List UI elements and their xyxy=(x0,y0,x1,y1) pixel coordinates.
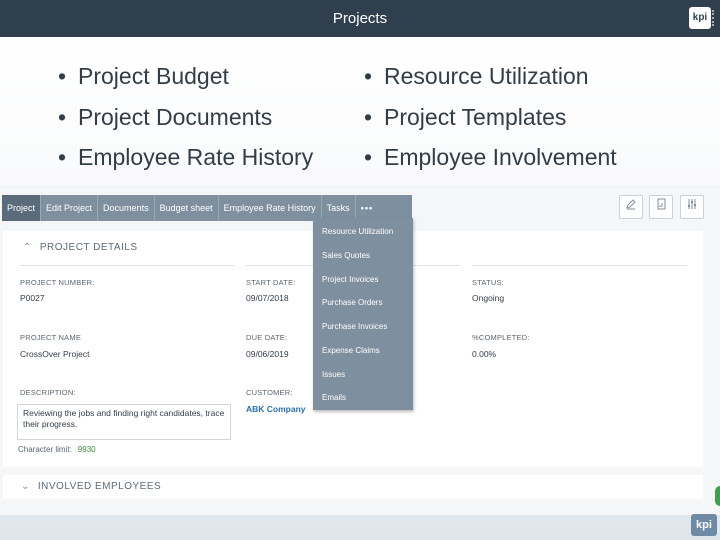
edit-icon[interactable] xyxy=(619,195,643,219)
settings-sliders-icon[interactable] xyxy=(680,195,704,219)
due-date-value: 09/06/2019 xyxy=(246,349,289,359)
chevron-up-icon: ⌃ xyxy=(23,242,32,253)
menu-item-sales-quotes[interactable]: Sales Quotes xyxy=(322,251,370,260)
bullet-item: • Resource Utilization xyxy=(364,63,589,89)
character-limit: Character limit: 9930 xyxy=(18,445,96,454)
bullet-item: • Project Budget xyxy=(58,63,229,89)
tab-budget-sheet[interactable]: Budget sheet xyxy=(155,195,219,221)
start-date-label: START DATE: xyxy=(246,278,296,287)
menu-item-purchase-invoices[interactable]: Purchase Invoices xyxy=(322,322,387,331)
tab-edit-project[interactable]: Edit Project xyxy=(41,195,99,221)
completed-value: 0.00% xyxy=(472,349,497,359)
menu-item-emails[interactable]: Emails xyxy=(322,393,346,402)
bullet-item: • Project Documents xyxy=(58,103,273,130)
kpi-logo-icon: kpi xyxy=(689,7,711,29)
document-icon[interactable] xyxy=(649,195,673,219)
status-value: Ongoing xyxy=(472,293,505,303)
bullet-item: • Project Templates xyxy=(364,103,567,130)
section-title-project-details[interactable]: ⌃ PROJECT DETAILS xyxy=(23,242,138,253)
project-number-label: PROJECT NUMBER: xyxy=(20,278,95,287)
dots-decoration-icon xyxy=(712,10,716,26)
bullet-item: • Employee Rate History xyxy=(58,144,314,170)
divider xyxy=(472,265,687,266)
status-dot-icon xyxy=(715,486,720,506)
project-name-value: CrossOver Project xyxy=(20,349,90,359)
description-label: DESCRIPTION: xyxy=(20,388,76,397)
kpi-logo-footer-icon: kpi xyxy=(691,514,717,536)
bullet-list-left: • Project Budget • Project Documents • Empl… xyxy=(58,56,313,178)
chevron-down-icon: ⌄ xyxy=(21,481,30,492)
section-title-involved-employees[interactable]: ⌄ INVOLVED EMPLOYEES xyxy=(21,481,161,492)
project-number-value: P0027 xyxy=(20,293,45,303)
slide-title: Projects xyxy=(332,10,388,27)
start-date-value: 09/07/2018 xyxy=(246,293,289,303)
bullet-item: • Employee Involvement xyxy=(364,144,617,170)
tab-project[interactable]: Project xyxy=(2,195,42,221)
customer-link[interactable]: ABK Company xyxy=(246,404,306,414)
divider xyxy=(20,265,235,266)
tab-employee-rate-history[interactable]: Employee Rate History xyxy=(219,195,322,221)
menu-item-resource-utilization[interactable]: Resource Utilization xyxy=(322,227,393,236)
tab-documents[interactable]: Documents xyxy=(98,195,155,221)
bullet-list-right: • Resource Utilization • Project Templates… xyxy=(364,56,617,178)
completed-label: %COMPLETED: xyxy=(472,333,530,342)
menu-item-issues[interactable]: Issues xyxy=(322,370,345,379)
character-limit-value: 9930 xyxy=(77,445,96,454)
status-label: STATUS: xyxy=(472,278,504,287)
more-tabs-dropdown: Resource Utilization Sales Quotes Projec… xyxy=(313,218,413,410)
customer-label: CUSTOMER: xyxy=(246,388,293,397)
due-date-label: DUE DATE: xyxy=(246,333,288,342)
menu-item-purchase-orders[interactable]: Purchase Orders xyxy=(322,298,382,307)
menu-item-project-invoices[interactable]: Project Invoices xyxy=(322,275,378,284)
description-textarea[interactable]: Reviewing the jobs and finding right can… xyxy=(17,404,231,440)
project-name-label: PROJECT NAME xyxy=(20,333,82,342)
menu-item-expense-claims[interactable]: Expense Claims xyxy=(322,346,380,355)
involved-employees-card: ⌄ INVOLVED EMPLOYEES xyxy=(3,475,703,499)
